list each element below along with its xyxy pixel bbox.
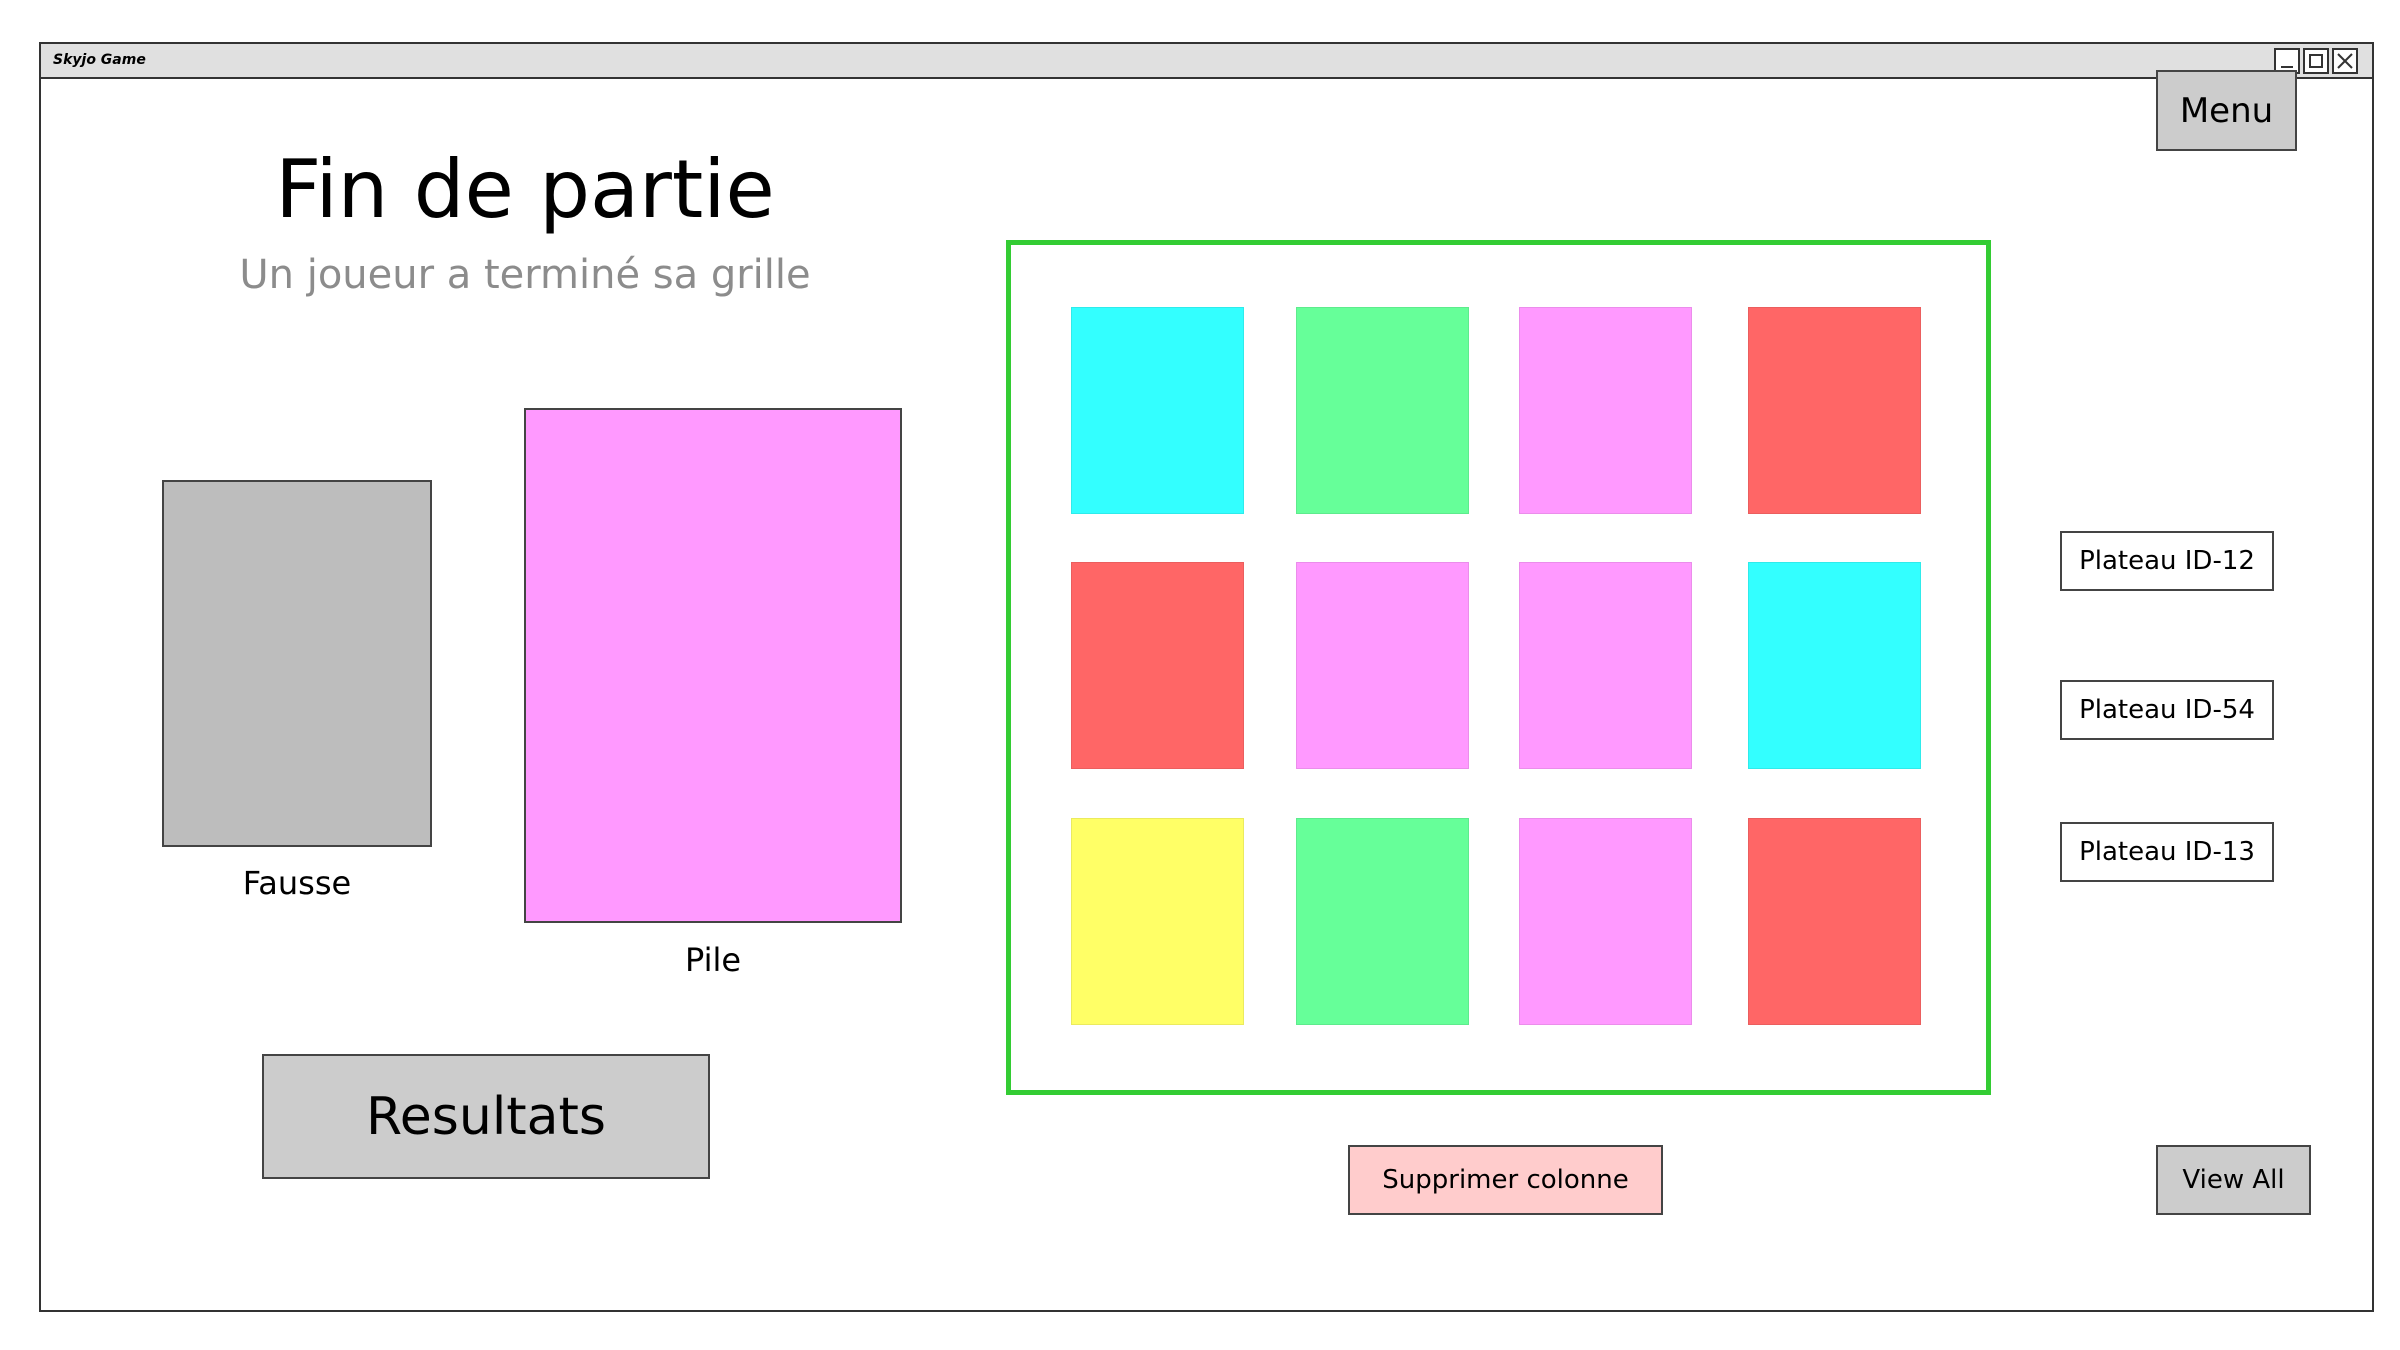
- page-title: Fin de partie: [275, 143, 775, 236]
- board-card-r3-c4[interactable]: [1748, 818, 1921, 1025]
- board-card-r3-c2[interactable]: [1296, 818, 1469, 1025]
- menu-button[interactable]: Menu: [2156, 70, 2297, 151]
- plateau-button-id-12[interactable]: Plateau ID-12: [2060, 531, 2274, 591]
- board-card-r2-c2[interactable]: [1296, 562, 1469, 769]
- discard-pile-label: Fausse: [242, 864, 352, 902]
- board-card-r3-c1[interactable]: [1071, 818, 1244, 1025]
- board-card-r1-c1[interactable]: [1071, 307, 1244, 514]
- plateau-button-id-13[interactable]: Plateau ID-13: [2060, 822, 2274, 882]
- maximize-icon[interactable]: [2303, 48, 2329, 74]
- board-card-r1-c2[interactable]: [1296, 307, 1469, 514]
- page-subtitle: Un joueur a terminé sa grille: [239, 252, 811, 298]
- plateau-button-id-54[interactable]: Plateau ID-54: [2060, 680, 2274, 740]
- board-card-r1-c4[interactable]: [1748, 307, 1921, 514]
- draw-pile-card[interactable]: [524, 408, 902, 923]
- title-bar: Skyjo Game: [41, 44, 2372, 79]
- board-card-r1-c3[interactable]: [1519, 307, 1692, 514]
- discard-pile-card[interactable]: [162, 480, 432, 847]
- board-card-r2-c3[interactable]: [1519, 562, 1692, 769]
- board-card-r2-c1[interactable]: [1071, 562, 1244, 769]
- board-card-r3-c3[interactable]: [1519, 818, 1692, 1025]
- view-all-button[interactable]: View All: [2156, 1145, 2311, 1215]
- delete-column-button[interactable]: Supprimer colonne: [1348, 1145, 1663, 1215]
- window-title: Skyjo Game: [53, 52, 146, 68]
- board-card-r2-c4[interactable]: [1748, 562, 1921, 769]
- close-icon[interactable]: [2332, 48, 2358, 74]
- player-board: [1006, 240, 1991, 1095]
- results-button[interactable]: Resultats: [262, 1054, 710, 1179]
- draw-pile-label: Pile: [684, 941, 742, 979]
